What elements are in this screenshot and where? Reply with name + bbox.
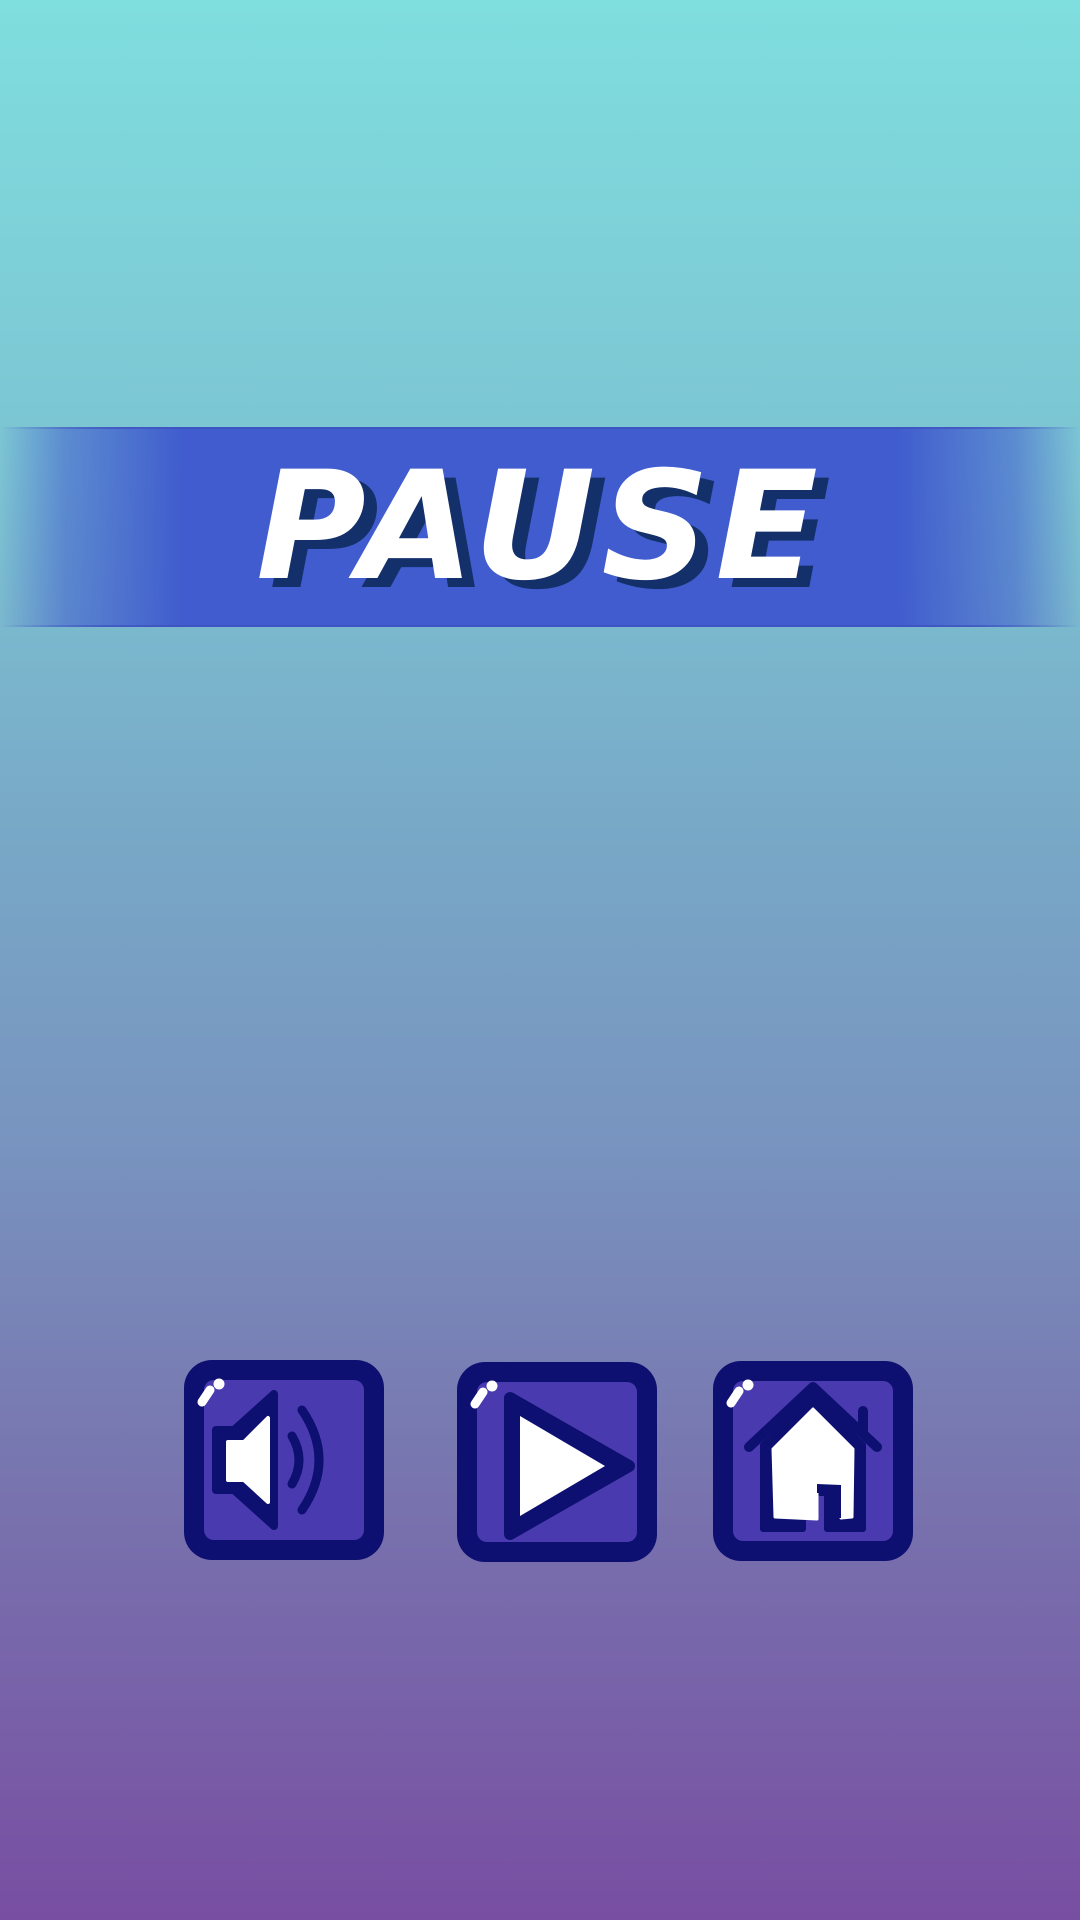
title-banner: PAUSE [0, 427, 1080, 627]
resume-button[interactable] [457, 1362, 657, 1562]
play-icon [504, 1392, 635, 1540]
home-button[interactable] [713, 1361, 913, 1561]
speaker-volume-icon [212, 1390, 324, 1530]
sound-button[interactable] [184, 1360, 384, 1560]
pause-title: PAUSE [256, 440, 824, 614]
home-icon [744, 1382, 882, 1532]
